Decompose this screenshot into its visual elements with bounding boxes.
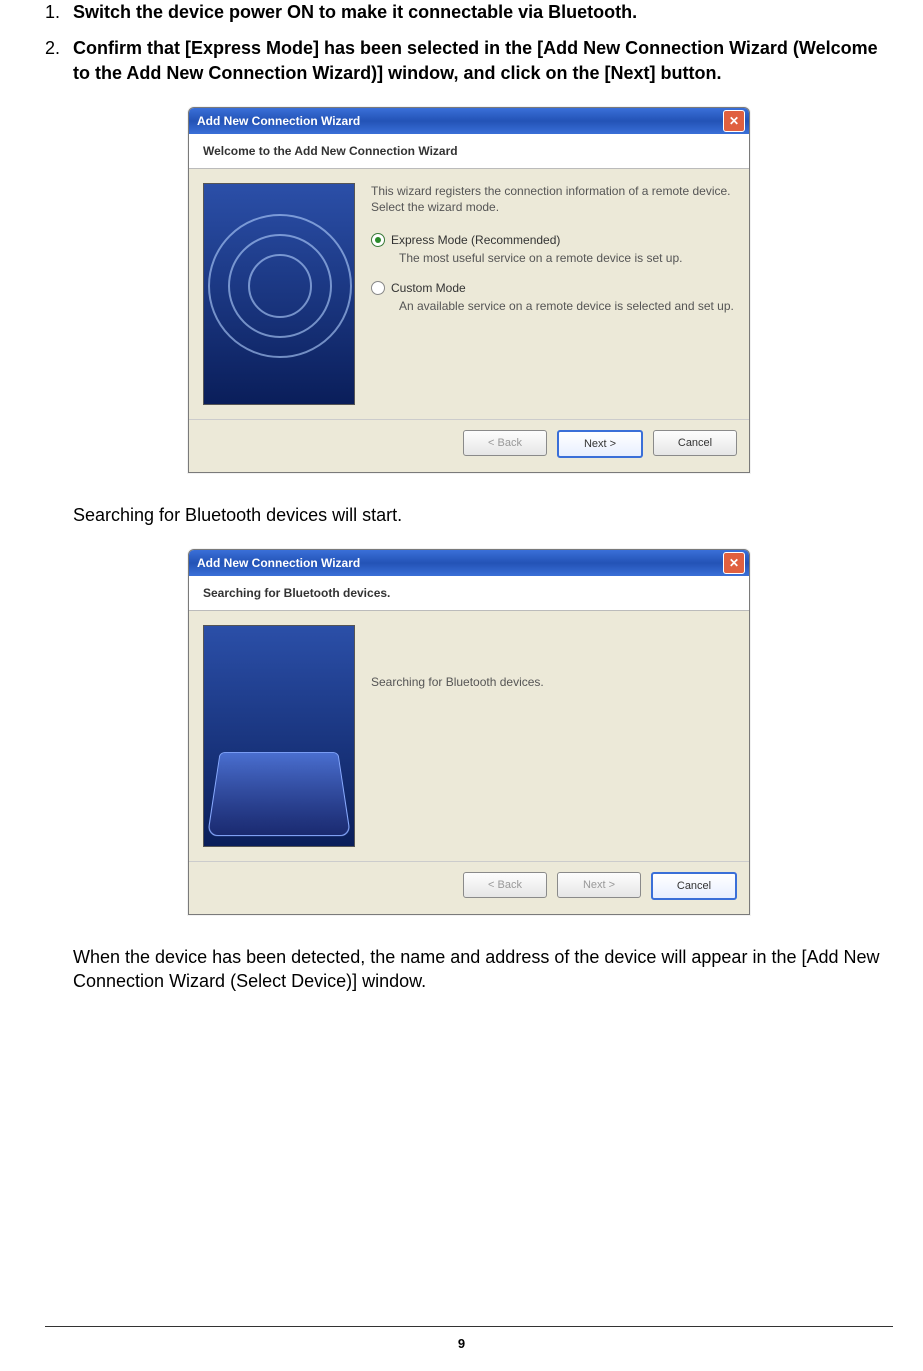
step-number: 2. <box>45 36 73 85</box>
close-icon[interactable]: ✕ <box>723 110 745 132</box>
radio-label: Express Mode (Recommended) <box>391 233 560 247</box>
radio-subtext: The most useful service on a remote devi… <box>399 251 735 267</box>
step-2: 2. Confirm that [Express Mode] has been … <box>45 36 893 85</box>
wizard-desc-line: Select the wizard mode. <box>371 199 735 215</box>
cancel-button[interactable]: Cancel <box>651 872 737 900</box>
wizard-header: Searching for Bluetooth devices. <box>189 576 749 611</box>
radio-icon <box>371 281 385 295</box>
back-button[interactable]: < Back <box>463 430 547 456</box>
wizard-title: Add New Connection Wizard <box>197 114 360 128</box>
radio-express-mode[interactable]: Express Mode (Recommended) <box>371 233 735 247</box>
close-icon[interactable]: ✕ <box>723 552 745 574</box>
next-button: Next > <box>557 872 641 898</box>
step-text: Confirm that [Express Mode] has been sel… <box>73 36 893 85</box>
wizard-titlebar: Add New Connection Wizard ✕ <box>189 108 749 134</box>
radio-label: Custom Mode <box>391 281 466 295</box>
cancel-button[interactable]: Cancel <box>653 430 737 456</box>
wizard-button-row: < Back Next > Cancel <box>189 419 749 472</box>
page-number: 9 <box>0 1336 923 1351</box>
wizard-header: Welcome to the Add New Connection Wizard <box>189 134 749 169</box>
step-number: 1. <box>45 0 73 24</box>
radio-icon <box>371 233 385 247</box>
wizard-screenshot-1: Add New Connection Wizard ✕ Welcome to t… <box>45 107 893 473</box>
footer-rule <box>45 1326 893 1327</box>
wizard-content: This wizard registers the connection inf… <box>371 183 735 413</box>
next-button[interactable]: Next > <box>557 430 643 458</box>
wizard-screenshot-2: Add New Connection Wizard ✕ Searching fo… <box>45 549 893 915</box>
detected-result-text: When the device has been detected, the n… <box>73 945 893 994</box>
wizard-sidebar-image <box>203 625 355 847</box>
wizard-content: Searching for Bluetooth devices. <box>371 625 735 855</box>
wizard-description: This wizard registers the connection inf… <box>371 183 735 215</box>
radio-subtext: An available service on a remote device … <box>399 299 735 315</box>
wizard-button-row: < Back Next > Cancel <box>189 861 749 914</box>
radio-custom-mode[interactable]: Custom Mode <box>371 281 735 295</box>
searching-intro-text: Searching for Bluetooth devices will sta… <box>73 503 893 527</box>
wizard-dialog: Add New Connection Wizard ✕ Welcome to t… <box>188 107 750 473</box>
wizard-sidebar-image <box>203 183 355 405</box>
back-button: < Back <box>463 872 547 898</box>
step-text: Switch the device power ON to make it co… <box>73 0 893 24</box>
wizard-title: Add New Connection Wizard <box>197 556 360 570</box>
searching-message: Searching for Bluetooth devices. <box>371 625 735 689</box>
wizard-desc-line: This wizard registers the connection inf… <box>371 183 735 199</box>
step-1: 1. Switch the device power ON to make it… <box>45 0 893 24</box>
wizard-titlebar: Add New Connection Wizard ✕ <box>189 550 749 576</box>
wizard-dialog: Add New Connection Wizard ✕ Searching fo… <box>188 549 750 915</box>
